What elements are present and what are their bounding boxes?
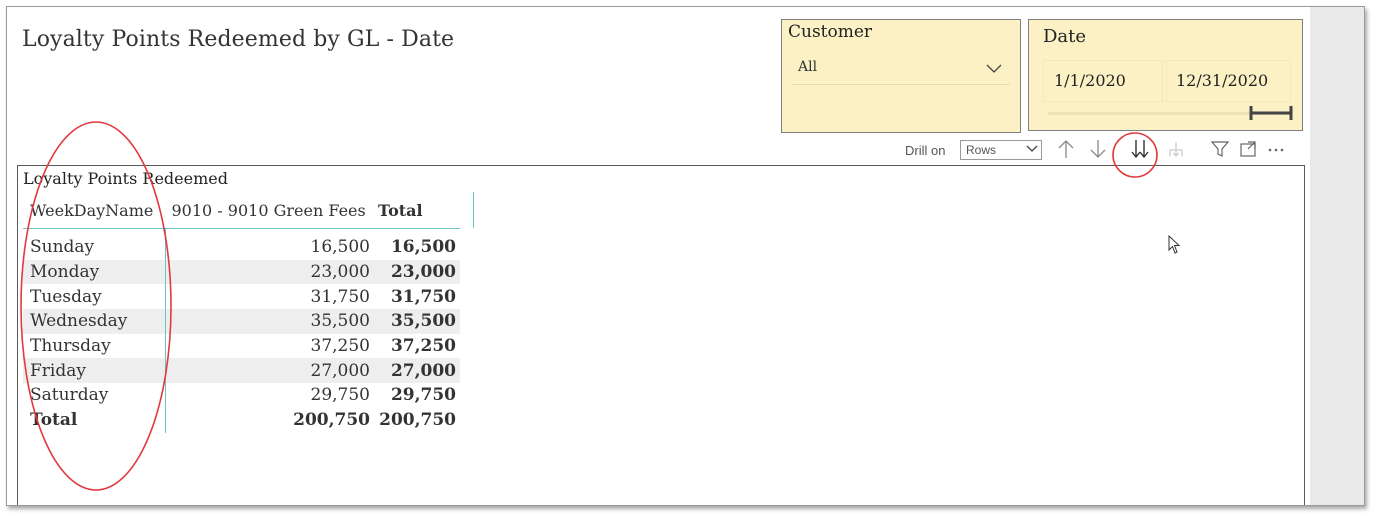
- date-slicer: Date 1/1/2020 12/31/2020: [1028, 19, 1303, 131]
- date-range-handle[interactable]: [1249, 104, 1293, 126]
- row-label[interactable]: Tuesday: [23, 284, 166, 310]
- canvas-right-gutter: [1310, 7, 1364, 505]
- date-end-input[interactable]: 12/31/2020: [1166, 60, 1291, 102]
- more-options-icon[interactable]: [1265, 138, 1287, 160]
- cell-total: 27,000: [374, 358, 460, 384]
- table-row[interactable]: Sunday 16,500 16,500: [23, 228, 460, 260]
- table-row[interactable]: Saturday 29,750 29,750: [23, 383, 460, 408]
- column-header-total[interactable]: Total: [374, 192, 460, 229]
- filter-icon[interactable]: [1209, 138, 1231, 160]
- cell-value: 16,500: [310, 237, 370, 258]
- row-label[interactable]: Thursday: [23, 333, 166, 359]
- drill-on-value: Rows: [966, 143, 997, 157]
- matrix-header-row: WeekDayName 9010 - 9010 Green Fees Total: [23, 192, 460, 229]
- column-header-weekday[interactable]: WeekDayName: [23, 192, 166, 229]
- customer-dropdown-value: All: [798, 59, 818, 75]
- cell-value: 35,500: [165, 309, 374, 334]
- matrix-visual[interactable]: Loyalty Points Redeemed WeekDayName 9010…: [17, 165, 1305, 505]
- report-canvas: Loyalty Points Redeemed by GL - Date Cus…: [6, 6, 1365, 506]
- visual-title: Loyalty Points Redeemed: [23, 169, 228, 188]
- cell-total: 35,500: [374, 309, 460, 334]
- total-row-total: 200,750: [379, 410, 456, 431]
- total-row-value: 200,750: [293, 410, 370, 431]
- row-label[interactable]: Wednesday: [23, 309, 166, 334]
- cell-value: 31,750: [310, 286, 370, 307]
- column-header-green-fees[interactable]: 9010 - 9010 Green Fees: [165, 192, 374, 229]
- drill-on-select[interactable]: Rows: [960, 140, 1042, 160]
- table-row[interactable]: Wednesday 35,500 35,500: [23, 309, 460, 334]
- drill-up-icon[interactable]: [1055, 138, 1077, 160]
- row-label[interactable]: Sunday: [23, 228, 166, 260]
- table-row[interactable]: Friday 27,000 27,000: [23, 358, 460, 384]
- focus-mode-icon[interactable]: [1237, 138, 1259, 160]
- page-title: Loyalty Points Redeemed by GL - Date: [22, 27, 455, 52]
- matrix-table: WeekDayName 9010 - 9010 Green Fees Total…: [23, 192, 460, 433]
- table-row[interactable]: Thursday 37,250 37,250: [23, 333, 460, 359]
- cell-total: 23,000: [374, 259, 460, 285]
- drill-down-icon[interactable]: [1087, 138, 1109, 160]
- header-right-border: [473, 192, 474, 228]
- go-to-next-level-icon[interactable]: [1129, 138, 1151, 160]
- visual-header-toolbar: Drill on Rows: [905, 137, 1305, 163]
- customer-dropdown[interactable]: All: [792, 54, 1010, 85]
- date-slicer-title: Date: [1043, 26, 1087, 47]
- cell-value: 29,750: [310, 385, 370, 406]
- canvas-left-margin: [7, 7, 15, 505]
- customer-slicer: Customer All: [781, 19, 1021, 133]
- cell-value: 23,000: [165, 259, 374, 285]
- date-end-value: 12/31/2020: [1176, 71, 1269, 90]
- date-start-value: 1/1/2020: [1054, 71, 1126, 90]
- date-start-input[interactable]: 1/1/2020: [1043, 60, 1163, 102]
- row-label[interactable]: Monday: [23, 259, 166, 285]
- cell-total: 16,500: [390, 237, 456, 258]
- total-row-label: Total: [23, 407, 166, 433]
- row-label[interactable]: Saturday: [23, 383, 166, 408]
- row-label[interactable]: Friday: [23, 358, 166, 384]
- cell-value: 27,000: [165, 358, 374, 384]
- cell-total: 37,250: [390, 336, 456, 357]
- table-row[interactable]: Monday 23,000 23,000: [23, 259, 460, 285]
- expand-hierarchy-icon[interactable]: [1165, 138, 1187, 160]
- chevron-down-icon: [1026, 143, 1038, 157]
- mouse-cursor-icon: [1168, 234, 1182, 259]
- cell-total: 29,750: [390, 385, 456, 406]
- table-row[interactable]: Tuesday 31,750 31,750: [23, 284, 460, 310]
- cell-value: 37,250: [310, 336, 370, 357]
- cell-total: 31,750: [390, 286, 456, 307]
- customer-slicer-title: Customer: [788, 22, 873, 42]
- drill-on-label: Drill on: [905, 143, 946, 158]
- total-row: Total 200,750 200,750: [23, 407, 460, 433]
- chevron-down-icon[interactable]: [986, 62, 1002, 78]
